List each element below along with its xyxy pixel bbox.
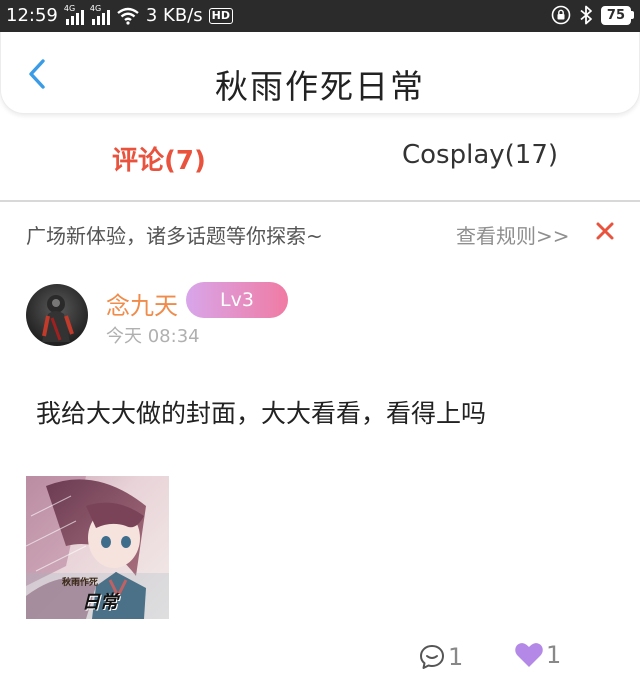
like-button[interactable]: 1 — [514, 638, 561, 672]
comment-count: 1 — [448, 643, 464, 671]
status-bar: 12:59 4G 4G 3 KB/s HD 75 — [0, 0, 640, 32]
status-right: 75 — [551, 5, 634, 25]
network-speed: 3 KB/s — [145, 5, 203, 26]
view-rules-link[interactable]: 查看规则>> — [456, 220, 570, 249]
level-badge: Lv3 — [186, 282, 288, 318]
image-caption: 日常 — [82, 592, 118, 613]
heart-icon — [515, 643, 543, 667]
tab-bar: 评论(7) Cosplay(17) — [0, 114, 640, 202]
signal-icon: 4G — [64, 4, 84, 25]
comment-button[interactable]: 1 — [418, 642, 463, 672]
status-time: 12:59 — [6, 5, 58, 26]
signal-icon-2: 4G — [90, 4, 110, 25]
comment-icon — [420, 645, 444, 669]
lock-icon — [551, 5, 571, 25]
like-count: 1 — [546, 641, 562, 669]
post-time: 今天 08:34 — [106, 326, 200, 347]
tab-comments[interactable]: 评论(7) — [112, 140, 206, 177]
battery-level: 75 — [600, 5, 631, 25]
tab-cosplay[interactable]: Cosplay(17) — [402, 140, 558, 170]
post-image[interactable]: 秋雨作死 日常 — [26, 476, 169, 619]
notice-bar: 广场新体验，诸多话题等你探索~ 查看规则>> — [0, 204, 640, 260]
avatar[interactable] — [26, 284, 88, 346]
status-left: 12:59 4G 4G 3 KB/s HD — [6, 4, 233, 26]
hd-icon: HD — [208, 7, 233, 24]
wifi-icon — [117, 7, 139, 25]
notice-text: 广场新体验，诸多话题等你探索~ — [26, 224, 323, 248]
bluetooth-icon — [580, 5, 592, 25]
page-title: 秋雨作死日常 — [215, 67, 425, 106]
post-content: 我给大大做的封面，大大看看，看得上吗 — [36, 399, 487, 428]
image-caption-top: 秋雨作死 — [62, 578, 99, 588]
header: 秋雨作死日常 — [0, 32, 640, 114]
username[interactable]: 念九天 — [106, 286, 178, 321]
close-icon[interactable] — [594, 220, 616, 242]
battery-icon: 75 — [600, 5, 634, 25]
